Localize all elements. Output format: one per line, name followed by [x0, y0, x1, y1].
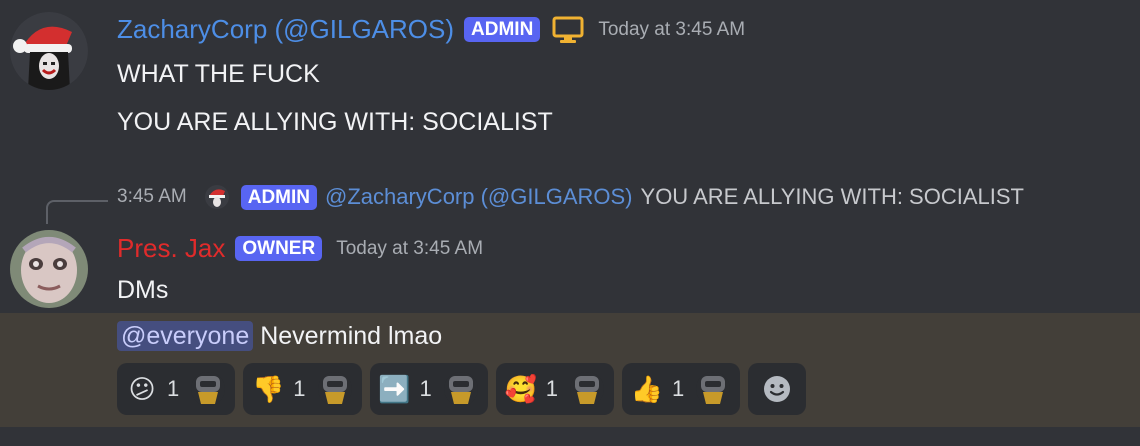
reactor-avatar	[443, 372, 478, 406]
thumbs-up-icon: 👍	[630, 374, 664, 404]
reaction-count: 1	[167, 376, 180, 401]
admin-role-badge[interactable]: ADMIN	[464, 17, 541, 42]
reaction-count: 1	[293, 376, 306, 401]
reply-connector-line	[46, 200, 108, 224]
santa-hat-avatar-icon	[10, 12, 88, 90]
smiling-face-with-hearts-icon: 🥰	[504, 374, 537, 404]
username-pres-jax[interactable]: Pres. Jax	[117, 233, 225, 264]
add-reaction-button[interactable]	[748, 363, 807, 415]
message-text: Nevermind lmao	[260, 322, 443, 350]
reaction-count: 1	[419, 376, 432, 401]
face-avatar-icon	[10, 230, 88, 308]
reply-timestamp: 3:45 AM	[117, 186, 187, 207]
timestamp[interactable]: Today at 3:45 AM	[598, 19, 745, 41]
reactions-bar: 😕 1 👎 1 ➡️ 1 🥰 1 👍 1	[117, 363, 807, 415]
timestamp[interactable]: Today at 3:45 AM	[336, 238, 483, 260]
reactor-avatar	[570, 372, 604, 406]
message-zacharycorp: ZacharyCorp (@GILGAROS) ADMIN Today at 3…	[0, 0, 1140, 160]
reply-preview-text: YOU ARE ALLYING WITH: SOCIALIST	[640, 184, 1024, 209]
admin-role-badge[interactable]: ADMIN	[240, 184, 317, 210]
reply-avatar	[204, 185, 229, 209]
reaction-smiling-hearts[interactable]: 🥰 1	[495, 363, 614, 415]
reactor-avatar	[696, 372, 731, 406]
confused-face-icon: 😕	[128, 374, 156, 404]
avatar-pres-jax[interactable]	[10, 230, 88, 308]
reaction-confused[interactable]: 😕 1	[117, 363, 236, 415]
avatar-zacharycorp[interactable]	[10, 12, 88, 90]
owner-role-badge[interactable]: OWNER	[235, 236, 323, 261]
message-line: YOU ARE ALLYING WITH: SOCIALIST	[117, 108, 553, 136]
reactor-avatar	[191, 372, 226, 406]
right-arrow-icon: ➡️	[378, 374, 411, 404]
reaction-right-arrow[interactable]: ➡️ 1	[369, 363, 488, 415]
message-line: DMs	[117, 276, 169, 304]
thumbs-down-icon: 👎	[252, 374, 285, 404]
reaction-thumbs-up[interactable]: 👍 1	[622, 363, 741, 415]
message-line-mention: @everyone Nevermind lmao	[117, 321, 443, 351]
reaction-count: 1	[545, 376, 558, 401]
username-zacharycorp[interactable]: ZacharyCorp (@GILGAROS)	[117, 14, 454, 45]
everyone-mention[interactable]: @everyone	[117, 321, 254, 351]
reactor-avatar	[317, 372, 352, 406]
reaction-thumbs-down[interactable]: 👎 1	[243, 363, 362, 415]
smiley-add-reaction-icon	[764, 376, 791, 402]
reply-username[interactable]: @ZacharyCorp (@GILGAROS)	[325, 184, 633, 210]
desktop-icon	[552, 16, 584, 44]
reply-reference[interactable]: 3:45 AM ADMIN @ZacharyCorp (@GILGAROS) Y…	[117, 184, 1024, 210]
reaction-count: 1	[672, 376, 685, 401]
message-line: WHAT THE FUCK	[117, 60, 320, 88]
